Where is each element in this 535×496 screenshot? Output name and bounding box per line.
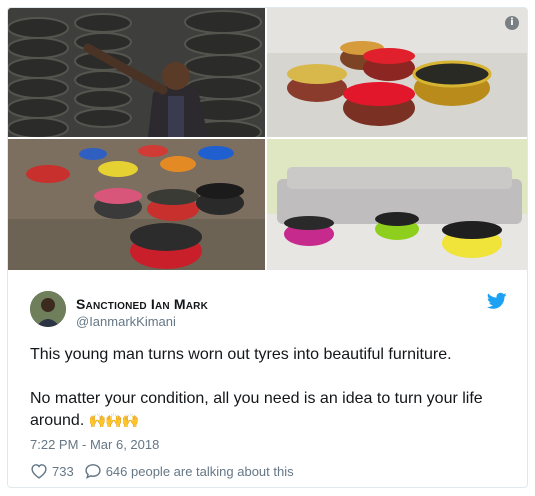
heart-icon — [31, 464, 47, 479]
speech-bubble-icon — [85, 464, 101, 479]
tweet-card[interactable]: i Sanctioned Ian Mark @IanmarkKimani Thi… — [7, 7, 528, 488]
author-block[interactable]: Sanctioned Ian Mark @IanmarkKimani — [76, 296, 208, 330]
author-handle[interactable]: @IanmarkKimani — [76, 313, 208, 330]
like-button[interactable]: 733 — [30, 463, 74, 479]
photo-living-room-tables[interactable] — [267, 139, 527, 270]
photo-tyre-seats-room[interactable]: i — [267, 8, 527, 137]
avatar[interactable] — [30, 291, 66, 327]
twitter-bird-icon[interactable] — [486, 292, 507, 310]
photo-man-with-tyres[interactable] — [8, 8, 265, 137]
conversation-count: 646 people are talking about this — [105, 463, 294, 479]
raised-hands-emoji: 🙌🙌🙌 — [88, 413, 139, 429]
info-icon[interactable]: i — [505, 16, 519, 30]
conversation-button[interactable]: 646 people are talking about this — [84, 463, 294, 479]
tweet-text-line-1: This young man turns worn out tyres into… — [30, 346, 452, 363]
like-count: 733 — [52, 463, 74, 479]
tweet-body: Sanctioned Ian Mark @IanmarkKimani This … — [8, 270, 527, 487]
tweet-timestamp[interactable]: 7:22 PM - Mar 6, 2018 — [30, 436, 159, 453]
photo-tyre-stools-outdoor[interactable] — [8, 139, 265, 270]
tweet-text-line-2: No matter your condition, all you need i… — [30, 388, 500, 432]
tweet-text: This young man turns worn out tyres into… — [30, 344, 500, 432]
media-grid[interactable]: i — [8, 8, 527, 270]
author-name[interactable]: Sanctioned Ian Mark — [76, 296, 208, 313]
tweet-actions: 733 646 people are talking about this — [30, 462, 304, 480]
